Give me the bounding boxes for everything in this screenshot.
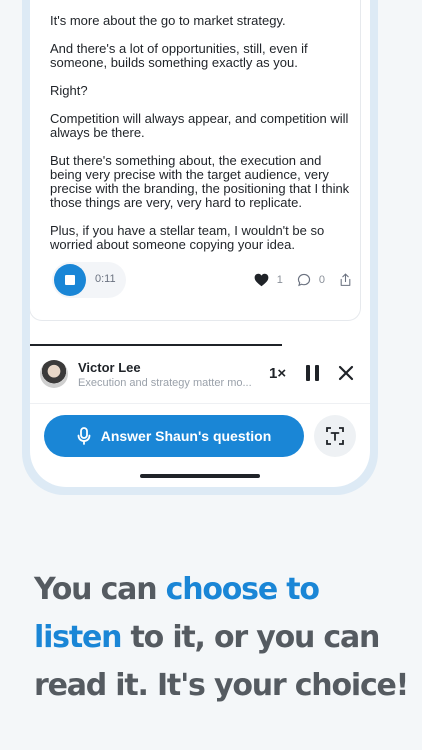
comment-icon [297,273,311,287]
post-actions: 1 0 [240,271,352,289]
phone-frame: It's more about the go to market strateg… [22,0,378,495]
transcript-paragraph: Competition will always appear, and comp… [50,111,349,140]
close-icon [338,365,354,381]
now-playing-bar[interactable]: Victor Lee Execution and strategy matter… [30,346,370,404]
comment-count: 0 [318,274,325,286]
transcript: It's more about the go to market strateg… [50,14,350,266]
heart-icon [254,273,269,287]
transcript-paragraph: But there's something about, the executi… [50,153,350,210]
transcript-paragraph: Right? [50,83,88,98]
transcript-paragraph: And there's a lot of opportunities, stil… [50,41,308,70]
tagline-text: You can [34,572,166,607]
now-playing-name: Victor Lee [78,360,141,375]
mic-icon [77,427,91,445]
close-player-button[interactable] [338,365,354,381]
answer-question-label: Answer Shaun's question [100,428,272,444]
stop-icon [65,275,75,285]
promo-tagline: You can choose to listen to it, or you c… [34,566,414,710]
post-card: It's more about the go to market strateg… [30,0,360,320]
share-button[interactable] [339,273,352,287]
pause-button[interactable] [306,365,320,381]
transcript-paragraph: Plus, if you have a stellar team, I woul… [50,223,325,252]
stop-button[interactable] [54,264,86,296]
like-button[interactable]: 1 [254,273,283,287]
post-player-row: 0:11 1 0 [52,262,352,298]
avatar [40,360,68,388]
audio-time: 0:11 [95,273,116,285]
share-icon [340,273,351,286]
transcribe-icon [326,427,344,445]
comment-button[interactable]: 0 [297,273,325,287]
playback-speed-button[interactable]: 1× [269,365,286,382]
answer-question-button[interactable]: Answer Shaun's question [44,415,304,457]
audio-pill: 0:11 [52,262,126,298]
like-count: 1 [276,274,283,286]
transcript-paragraph: It's more about the go to market strateg… [50,13,286,28]
transcribe-button[interactable] [314,415,356,457]
now-playing-subtitle: Execution and strategy matter mo... [78,377,252,389]
phone-screen: It's more about the go to market strateg… [30,0,370,487]
home-indicator [140,474,260,478]
